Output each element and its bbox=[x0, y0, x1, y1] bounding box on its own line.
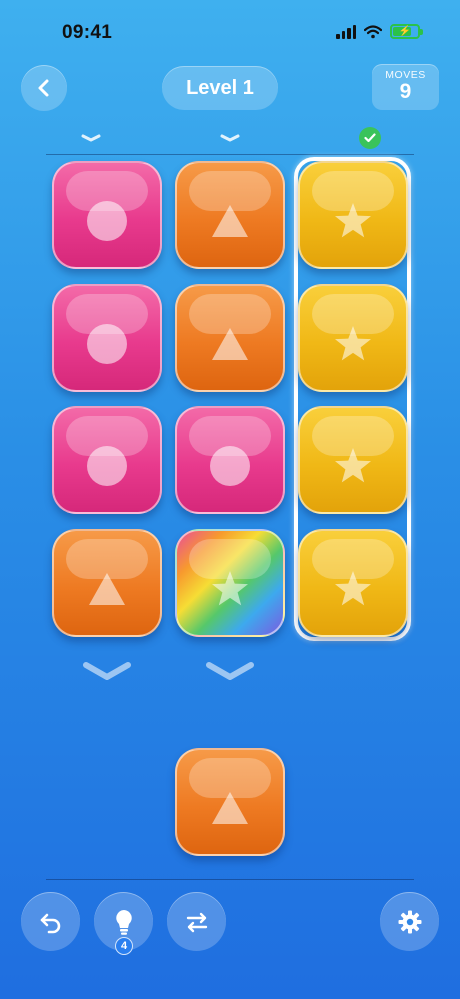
tile-col3-row3[interactable] bbox=[298, 406, 408, 514]
column-3-solved-indicator bbox=[355, 127, 385, 149]
column-1-drop-chevron-icon[interactable] bbox=[80, 660, 134, 682]
tile-col1-row3[interactable] bbox=[52, 406, 162, 514]
triangle-icon bbox=[210, 790, 250, 826]
status-time: 09:41 bbox=[62, 22, 113, 43]
star-icon bbox=[333, 447, 373, 485]
back-button[interactable] bbox=[21, 65, 67, 111]
tile-col1-row1[interactable] bbox=[52, 161, 162, 269]
undo-arrow-icon bbox=[40, 913, 60, 933]
tile-col3-row1[interactable] bbox=[298, 161, 408, 269]
chevron-left-icon bbox=[38, 79, 49, 97]
status-bar: 09:41 ⚡ bbox=[0, 0, 460, 60]
star-icon bbox=[333, 202, 373, 240]
column-1-chevron-icon bbox=[76, 128, 106, 148]
level-title: Level 1 bbox=[162, 66, 278, 110]
column-2-drop-chevron-icon[interactable] bbox=[203, 660, 257, 682]
battery-icon: ⚡ bbox=[390, 24, 423, 39]
cellular-signal-icon bbox=[336, 24, 356, 39]
tile-col2-row1[interactable] bbox=[175, 161, 285, 269]
tile-col2-row2[interactable] bbox=[175, 284, 285, 392]
moves-counter: MOVES 9 bbox=[372, 64, 439, 110]
star-icon bbox=[333, 570, 373, 608]
hint-count-badge: 4 bbox=[115, 937, 133, 955]
moves-label: MOVES bbox=[385, 69, 426, 81]
swap-button[interactable] bbox=[167, 892, 226, 951]
undo-button[interactable] bbox=[21, 892, 80, 951]
wifi-icon bbox=[364, 24, 382, 38]
status-icons: ⚡ bbox=[336, 24, 423, 39]
held-tile[interactable] bbox=[175, 748, 285, 856]
star-icon bbox=[333, 325, 373, 363]
circle-icon bbox=[85, 444, 129, 488]
settings-button[interactable] bbox=[380, 892, 439, 951]
moves-value: 9 bbox=[399, 80, 412, 103]
swap-arrows-icon bbox=[186, 912, 207, 932]
tile-col2-row4[interactable] bbox=[175, 529, 285, 637]
tile-col3-row2[interactable] bbox=[298, 284, 408, 392]
circle-icon bbox=[85, 199, 129, 243]
circle-icon bbox=[208, 444, 252, 488]
triangle-icon bbox=[210, 326, 250, 362]
gear-icon bbox=[398, 910, 421, 933]
circle-icon bbox=[85, 322, 129, 366]
tile-col3-row4[interactable] bbox=[298, 529, 408, 637]
tile-col2-row3[interactable] bbox=[175, 406, 285, 514]
column-2-chevron-icon bbox=[215, 128, 245, 148]
board-top-divider bbox=[46, 154, 414, 155]
triangle-icon bbox=[210, 203, 250, 239]
triangle-icon bbox=[87, 571, 127, 607]
checkmark-icon bbox=[359, 127, 381, 149]
tile-col1-row2[interactable] bbox=[52, 284, 162, 392]
toolbar-divider bbox=[46, 879, 414, 880]
tile-col1-row4[interactable] bbox=[52, 529, 162, 637]
star-icon bbox=[210, 570, 250, 608]
hint-button[interactable]: 4 bbox=[94, 892, 153, 955]
lightbulb-icon bbox=[115, 909, 132, 935]
